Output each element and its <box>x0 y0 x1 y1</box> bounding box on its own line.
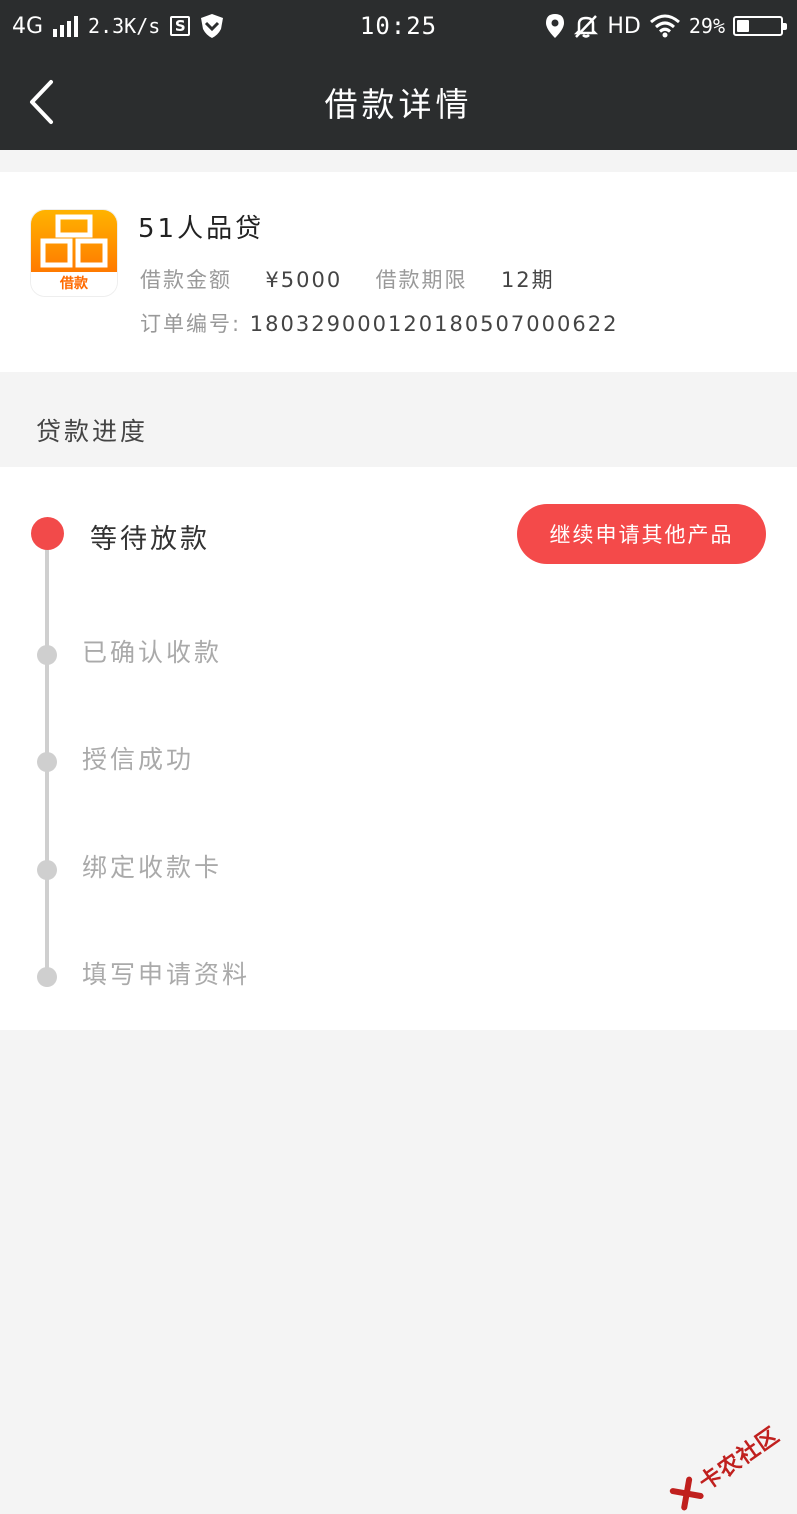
step-label: 等待放款 <box>90 524 210 555</box>
alarm-off-icon <box>574 15 599 38</box>
product-logo: 借款 <box>31 210 117 296</box>
step-dot <box>37 967 57 987</box>
progress-section-header: 贷款进度 <box>0 390 797 466</box>
step-dot <box>37 752 57 772</box>
order-label: 订单编号: <box>140 312 242 336</box>
step-dot <box>37 860 57 880</box>
order-info: 订单编号: 18032900012018050700062​2 <box>140 308 618 338</box>
amount-value: ¥5000 <box>265 268 343 292</box>
step-dot-active <box>31 517 64 550</box>
status-bar: 4G 2.3K/s S 10:25 HD 29% <box>0 0 797 54</box>
battery-percent: 29% <box>688 14 725 38</box>
battery-icon <box>733 16 787 36</box>
battery-fill <box>737 20 749 32</box>
loan-product-card: 借款 51人品贷 借款金额 ¥5000 借款期限 12期 订单编号: 18032… <box>0 172 797 372</box>
step-dot <box>37 645 57 665</box>
status-right: HD 29% <box>545 13 787 39</box>
step-label: 已确认收款 <box>82 638 223 667</box>
apply-other-products-button[interactable]: 继续申请其他产品 <box>517 504 766 564</box>
order-number: 18032900012018050700062​2 <box>249 312 619 336</box>
app-header: 4G 2.3K/s S 10:25 HD 29% 借款详情 <box>0 0 797 150</box>
wifi-icon <box>649 14 680 38</box>
section-title: 贷款进度 <box>36 417 149 446</box>
location-icon <box>546 14 565 38</box>
hd-indicator: HD <box>607 13 641 39</box>
logo-caption: 借款 <box>31 272 117 296</box>
page-title: 借款详情 <box>324 85 473 124</box>
amount-label: 借款金额 <box>140 268 232 292</box>
step-label: 授信成功 <box>82 745 195 774</box>
step-label: 绑定收款卡 <box>82 853 223 882</box>
product-name: 51人品贷 <box>138 214 265 244</box>
term-value: 12期 <box>500 268 555 292</box>
term-label: 借款期限 <box>375 268 468 292</box>
loan-summary: 借款金额 ¥5000 借款期限 12期 <box>140 264 555 294</box>
loan-progress-timeline: 等待放款 继续申请其他产品 已确认收款 授信成功 绑定收款卡 填写申请资料 <box>0 467 797 1030</box>
pin-logo-icon <box>40 214 108 268</box>
step-label: 填写申请资料 <box>82 960 251 989</box>
watermark-text: 卡农社区 <box>694 1422 785 1497</box>
